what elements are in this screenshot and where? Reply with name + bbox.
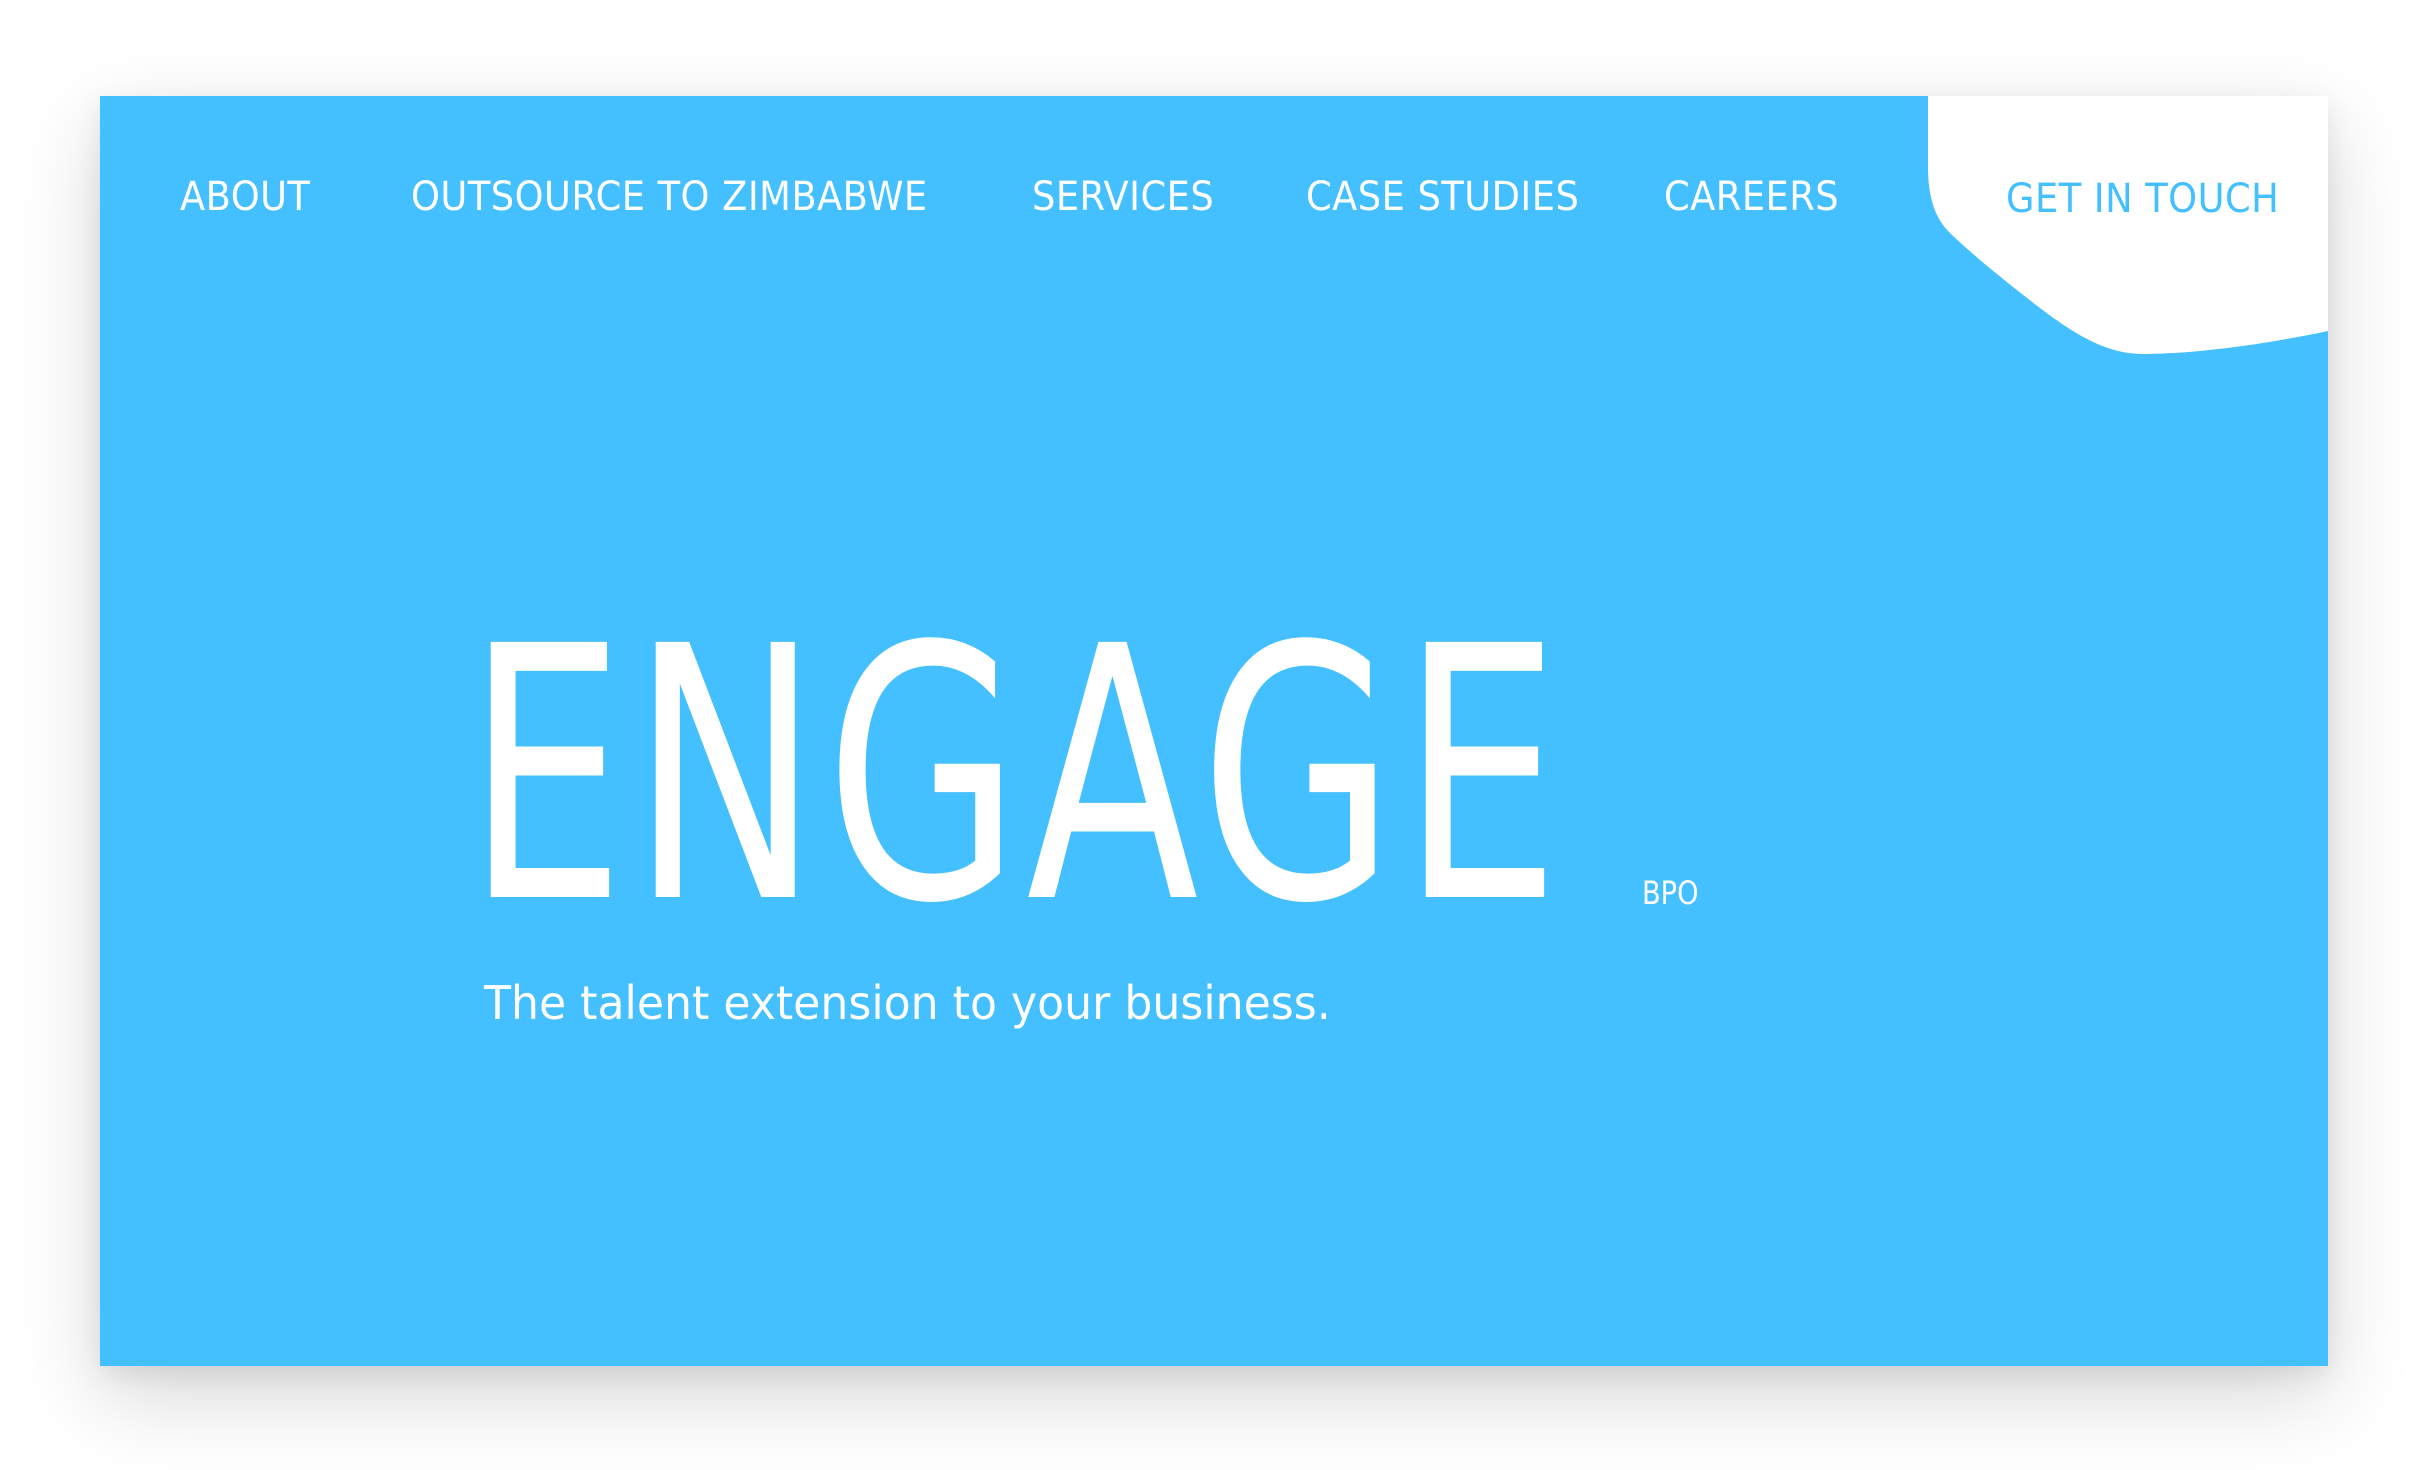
nav-item-services[interactable]: SERVICES — [1032, 174, 1214, 220]
hero-tagline: The talent extension to your business. — [484, 976, 1331, 1030]
nav-item-careers[interactable]: CAREERS — [1664, 174, 1839, 220]
nav-item-about[interactable]: ABOUT — [180, 174, 310, 220]
page: ABOUT OUTSOURCE TO ZIMBABWE SERVICES CAS… — [0, 0, 2428, 1470]
nav-item-case-studies[interactable]: CASE STUDIES — [1306, 174, 1579, 220]
get-in-touch-button[interactable]: GET IN TOUCH — [2006, 176, 2279, 222]
nav-item-outsource-to-zimbabwe[interactable]: OUTSOURCE TO ZIMBABWE — [411, 174, 928, 220]
logo-suffix-bpo: BPO — [1642, 874, 1699, 912]
hero-section: ABOUT OUTSOURCE TO ZIMBABWE SERVICES CAS… — [100, 96, 2328, 1366]
engage-logo-text: ENGAGE — [466, 572, 1567, 980]
main-navigation: ABOUT OUTSOURCE TO ZIMBABWE SERVICES CAS… — [100, 96, 2328, 306]
